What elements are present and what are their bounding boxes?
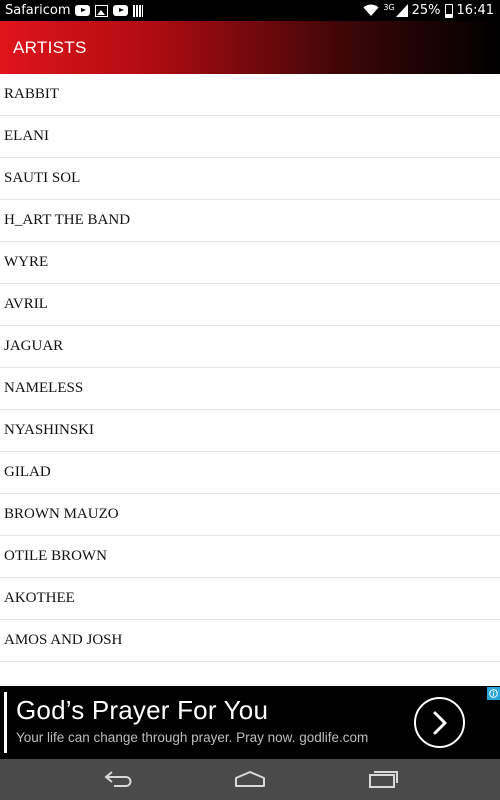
- list-item[interactable]: GILAD: [0, 452, 500, 494]
- list-item[interactable]: OTILE BROWN: [0, 536, 500, 578]
- ad-text: God’s Prayer For You Your life can chang…: [16, 695, 368, 745]
- ad-info-button[interactable]: [487, 687, 500, 700]
- recent-apps-icon: [369, 771, 398, 788]
- list-item[interactable]: AVRIL: [0, 284, 500, 326]
- ad-open-button[interactable]: [414, 697, 465, 748]
- youtube-icon: [113, 5, 129, 16]
- status-right: 3G 25% 16:41: [363, 3, 500, 18]
- battery-icon: [444, 3, 453, 18]
- status-left: Safaricom: [0, 3, 144, 18]
- list-item[interactable]: BROWN MAUZO: [0, 494, 500, 536]
- home-icon: [235, 771, 265, 787]
- list-item[interactable]: ELANI: [0, 116, 500, 158]
- ad-subtext: Your life can change through prayer. Pra…: [16, 730, 368, 745]
- list-item[interactable]: SAUTI SOL: [0, 158, 500, 200]
- list-item[interactable]: AMOS AND JOSH: [0, 620, 500, 662]
- battery-percent: 25%: [411, 3, 441, 18]
- ad-url[interactable]: godlife.com: [299, 730, 368, 745]
- list-item[interactable]: RABBIT: [0, 74, 500, 116]
- list-item[interactable]: NAMELESS: [0, 368, 500, 410]
- list-item[interactable]: AKOTHEE: [0, 578, 500, 620]
- back-icon: [104, 771, 132, 787]
- youtube-icon: [75, 5, 91, 16]
- ad-subtext-body: Your life can change through prayer. Pra…: [16, 730, 296, 745]
- nav-bar: [0, 759, 500, 800]
- clock: 16:41: [456, 3, 494, 18]
- list-item[interactable]: JAGUAR: [0, 326, 500, 368]
- page-title: ARTISTS: [13, 37, 87, 57]
- info-icon: [489, 689, 498, 698]
- artist-list: RABBIT ELANI SAUTI SOL H_ART THE BAND WYRE AV…: [0, 74, 500, 662]
- wifi-icon: [363, 4, 379, 16]
- ad-headline[interactable]: God’s Prayer For You: [16, 695, 368, 726]
- home-button[interactable]: [230, 765, 270, 793]
- list-item[interactable]: NYASHINSKI: [0, 410, 500, 452]
- chevron-right-icon: [433, 711, 446, 734]
- cell-signal-icon: 3G: [383, 3, 408, 17]
- app-bar: ARTISTS: [0, 21, 500, 74]
- signal-bars-icon: [133, 4, 144, 17]
- network-type: 3G: [383, 3, 395, 12]
- ad-edge-bar: [4, 692, 7, 753]
- list-item[interactable]: H_ART THE BAND: [0, 200, 500, 242]
- status-bar: Safaricom 3G 25% 16:41: [0, 0, 500, 21]
- recent-apps-button[interactable]: [363, 765, 403, 793]
- carrier-name: Safaricom: [5, 3, 71, 18]
- list-item[interactable]: WYRE: [0, 242, 500, 284]
- image-icon: [95, 4, 109, 17]
- back-button[interactable]: [99, 765, 139, 793]
